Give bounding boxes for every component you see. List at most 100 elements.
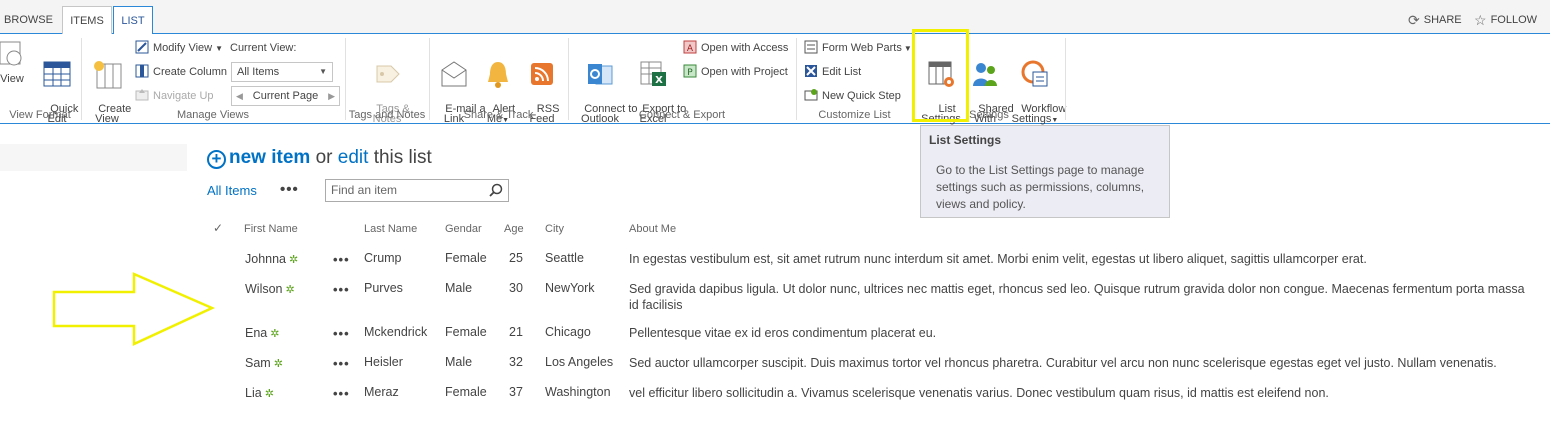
cell-about-me: Sed gravida dapibus ligula. Ut dolor nun… <box>629 282 1525 312</box>
chevron-down-icon: ▼ <box>319 67 327 76</box>
access-icon: A <box>683 40 697 54</box>
tag-icon <box>376 65 400 83</box>
envelope-icon <box>441 61 467 87</box>
new-item-line: + new item or edit this list <box>207 147 432 169</box>
modify-view-button[interactable]: Modify View ▼ <box>135 39 223 57</box>
edit-list-icon <box>805 65 817 77</box>
cell-about-me: Sed auctor ullamcorper suscipit. Duis ma… <box>629 356 1497 370</box>
group-label-manage-views: Manage Views <box>177 109 249 121</box>
form-web-parts-button[interactable]: Form Web Parts ▼ <box>804 39 912 57</box>
group-label-connect-export: Connect & Export <box>638 109 726 121</box>
workflow-settings-button[interactable]: Workflow Settings▼ <box>1009 38 1066 136</box>
cell-city: Seattle <box>545 251 584 265</box>
group-separator <box>568 38 569 120</box>
new-item-icon: ✲ <box>270 328 280 340</box>
new-item-icon: ✲ <box>264 388 274 400</box>
rss-icon <box>531 63 553 85</box>
cell-first-name[interactable]: Wilson ✲ <box>245 282 295 296</box>
item-menu-button[interactable]: ••• <box>333 326 350 341</box>
item-menu-button[interactable]: ••• <box>333 356 350 371</box>
chevron-down-icon: ▼ <box>903 44 912 53</box>
cell-first-name[interactable]: Sam ✲ <box>245 356 283 370</box>
view-all-items[interactable]: All Items <box>207 183 257 198</box>
create-column-button[interactable]: Create Column <box>135 63 227 81</box>
form-web-parts-icon <box>804 40 818 54</box>
view-icon <box>0 41 22 66</box>
share-button[interactable]: ⟳ SHARE <box>1408 12 1462 29</box>
or-text: or <box>315 147 333 168</box>
tab-list[interactable]: LIST <box>113 6 153 35</box>
column-header-age[interactable]: Age <box>504 223 524 235</box>
quick-edit-icon <box>43 61 71 87</box>
search-input[interactable]: Find an item <box>325 179 509 202</box>
cell-age: 25 <box>509 251 523 265</box>
current-page-pager[interactable]: ◀ Current Page ▶ <box>231 86 340 106</box>
cell-gender: Male <box>445 281 473 295</box>
plus-circle-icon[interactable]: + <box>207 150 226 169</box>
project-icon: P <box>683 64 697 78</box>
item-menu-button[interactable]: ••• <box>333 252 350 267</box>
modify-view-icon <box>135 40 149 54</box>
arrow-annotation-icon <box>52 272 216 346</box>
workflow-icon <box>1021 60 1048 87</box>
edit-link[interactable]: edit <box>338 147 369 168</box>
cell-first-name[interactable]: Johnna ✲ <box>245 252 298 266</box>
create-column-icon <box>135 64 149 78</box>
column-header-last-name[interactable]: Last Name <box>364 223 417 235</box>
column-header-first-name[interactable]: First Name <box>244 223 298 235</box>
cell-gender: Male <box>445 355 473 369</box>
group-label-tags-notes: Tags and Notes <box>348 109 426 121</box>
ribbon-tab-bar: BROWSE ITEMS LIST ⟳ SHARE ☆ FOLLOW <box>0 0 1550 35</box>
cell-about-me: vel efficitur libero sollicitudin a. Viv… <box>629 386 1329 400</box>
tab-items[interactable]: ITEMS <box>62 6 112 34</box>
tooltip-body: Go to the List Settings page to manage s… <box>936 163 1145 211</box>
cell-last-name: Meraz <box>364 385 399 399</box>
outlook-icon <box>588 64 613 85</box>
this-list-text: this list <box>373 147 432 168</box>
list-settings-tooltip: List Settings Go to the List Settings pa… <box>920 125 1170 218</box>
cell-last-name: Crump <box>364 251 402 265</box>
previous-page-icon[interactable]: ◀ <box>236 87 243 105</box>
search-icon[interactable] <box>489 183 503 197</box>
create-view-icon <box>94 61 122 89</box>
open-with-access-button[interactable]: A Open with Access <box>683 39 788 57</box>
open-with-project-button[interactable]: P Open with Project <box>683 63 788 81</box>
tab-browse[interactable]: BROWSE <box>0 6 57 34</box>
alert-me-button[interactable]: Alert Me▼ <box>480 38 516 136</box>
column-header-gendar[interactable]: Gendar <box>445 223 482 235</box>
new-item-link[interactable]: new item <box>229 147 310 168</box>
navigate-up-button[interactable]: Navigate Up <box>135 87 214 105</box>
current-view-label: Current View: <box>230 42 297 54</box>
column-header-city[interactable]: City <box>545 223 564 235</box>
next-page-icon[interactable]: ▶ <box>328 87 335 105</box>
highlight-box <box>912 29 969 122</box>
group-separator <box>81 38 82 120</box>
cell-gender: Female <box>445 325 487 339</box>
column-header-about-me[interactable]: About Me <box>629 223 676 235</box>
group-label-customize-list: Customize List <box>818 109 891 121</box>
svg-text:A: A <box>687 44 694 54</box>
new-item-icon: ✲ <box>285 284 295 296</box>
left-nav-placeholder <box>0 144 187 171</box>
view-button[interactable]: View <box>0 38 24 85</box>
item-menu-button[interactable]: ••• <box>333 386 350 401</box>
cell-age: 21 <box>509 325 523 339</box>
cell-age: 30 <box>509 281 523 295</box>
new-quick-step-button[interactable]: New Quick Step <box>804 87 901 105</box>
edit-list-button[interactable]: Edit List <box>804 63 861 81</box>
new-item-icon: ✲ <box>289 254 299 266</box>
current-view-select[interactable]: All Items ▼ <box>231 62 333 82</box>
cell-first-name[interactable]: Lia ✲ <box>245 386 274 400</box>
item-menu-button[interactable]: ••• <box>333 282 350 297</box>
star-icon: ☆ <box>1474 12 1487 28</box>
cell-first-name[interactable]: Ena ✲ <box>245 326 279 340</box>
svg-text:P: P <box>687 68 693 78</box>
more-views-button[interactable]: ••• <box>280 181 299 198</box>
tooltip-title: List Settings <box>929 133 1002 147</box>
cell-age: 32 <box>509 355 523 369</box>
group-separator <box>345 38 346 120</box>
cell-about-me: Pellentesque vitae ex id eros condimentu… <box>629 326 937 340</box>
follow-button[interactable]: ☆ FOLLOW <box>1474 12 1537 29</box>
select-all-checkmark[interactable]: ✓ <box>213 221 223 235</box>
cell-city: Washington <box>545 385 611 399</box>
